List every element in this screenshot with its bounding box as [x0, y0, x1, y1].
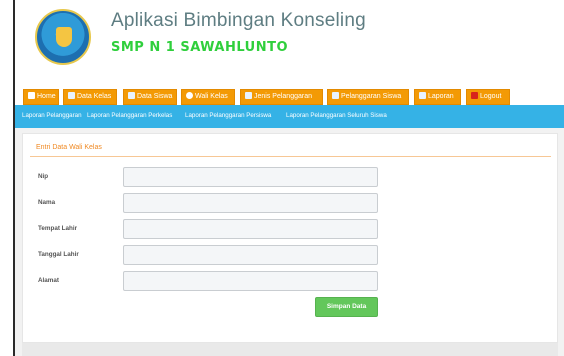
- menu-item-label: Wali Kelas: [195, 93, 228, 100]
- nip-field[interactable]: [123, 167, 378, 187]
- menu-item-jenis-pelanggaran[interactable]: Jenis Pelanggaran: [240, 89, 323, 105]
- nama-label: Nama: [38, 199, 56, 206]
- form-panel: Entri Data Wali Kelas Nip Nama Tempat La…: [22, 133, 558, 343]
- menu-item-home[interactable]: Home: [23, 89, 59, 105]
- close-icon: [471, 92, 478, 99]
- tanggal-lahir-field[interactable]: [123, 245, 378, 265]
- menu-item-data-kelas[interactable]: Data Kelas: [63, 89, 117, 105]
- tanggal-lahir-label: Tanggal Lahir: [38, 251, 79, 258]
- menu-item-label: Logout: [480, 93, 502, 100]
- logo-emblem: [56, 27, 72, 47]
- nip-label: Nip: [38, 173, 49, 180]
- menu-item-data-siswa[interactable]: Data Siswa: [123, 89, 177, 105]
- menu-item-pelanggaran-siswa[interactable]: Pelanggaran Siswa: [327, 89, 409, 105]
- menu-item-label: Laporan: [428, 93, 454, 100]
- menu-item-label: Jenis Pelanggaran: [254, 93, 312, 100]
- alamat-label: Alamat: [38, 277, 59, 284]
- subnav-item-laporan-pelanggaran[interactable]: Laporan Pelanggaran: [22, 112, 82, 119]
- data-icon: [419, 92, 426, 99]
- user-icon: [186, 92, 193, 99]
- main-content: Entri Data Wali Kelas Nip Nama Tempat La…: [15, 128, 564, 356]
- alamat-field[interactable]: [123, 271, 378, 291]
- menu-item-wali-kelas[interactable]: Wali Kelas: [181, 89, 235, 105]
- tempat-lahir-label: Tempat Lahir: [38, 225, 78, 232]
- tempat-lahir-field[interactable]: [123, 219, 378, 239]
- window-left-frame: [0, 0, 14, 356]
- form-title: Entri Data Wali Kelas: [36, 144, 102, 151]
- subnav-item-laporan-perkelas[interactable]: Laporan Pelanggaran Perkelas: [87, 112, 172, 119]
- data-icon: [332, 92, 339, 99]
- data-icon: [128, 92, 135, 99]
- save-button[interactable]: Simpan Data: [315, 297, 378, 317]
- school-logo-icon: [35, 9, 91, 65]
- nama-field[interactable]: [123, 193, 378, 213]
- main-menu: Home Data Kelas Data Siswa Wali Kelas Je…: [15, 89, 564, 105]
- app-title: Aplikasi Bimbingan Konseling: [111, 10, 366, 31]
- menu-item-logout[interactable]: Logout: [466, 89, 510, 105]
- menu-item-label: Pelanggaran Siswa: [341, 93, 402, 100]
- content-footer-area: [22, 343, 558, 356]
- subnav-item-laporan-persiswa[interactable]: Laporan Pelanggaran Persiswa: [185, 112, 271, 119]
- app-header: Aplikasi Bimbingan Konseling SMP N 1 SAW…: [15, 0, 564, 90]
- menu-item-label: Data Siswa: [137, 93, 173, 100]
- menu-item-label: Home: [37, 93, 56, 100]
- menu-item-label: Data Kelas: [77, 93, 112, 100]
- school-name: SMP N 1 SAWAHLUNTO: [111, 40, 289, 55]
- menu-item-laporan[interactable]: Laporan: [414, 89, 461, 105]
- title-divider: [30, 156, 551, 157]
- home-icon: [28, 92, 35, 99]
- report-subnav: Laporan Pelanggaran Laporan Pelanggaran …: [15, 105, 564, 128]
- subnav-item-laporan-seluruh-siswa[interactable]: Laporan Pelanggaran Seluruh Siswa: [286, 112, 387, 119]
- data-icon: [245, 92, 252, 99]
- data-icon: [68, 92, 75, 99]
